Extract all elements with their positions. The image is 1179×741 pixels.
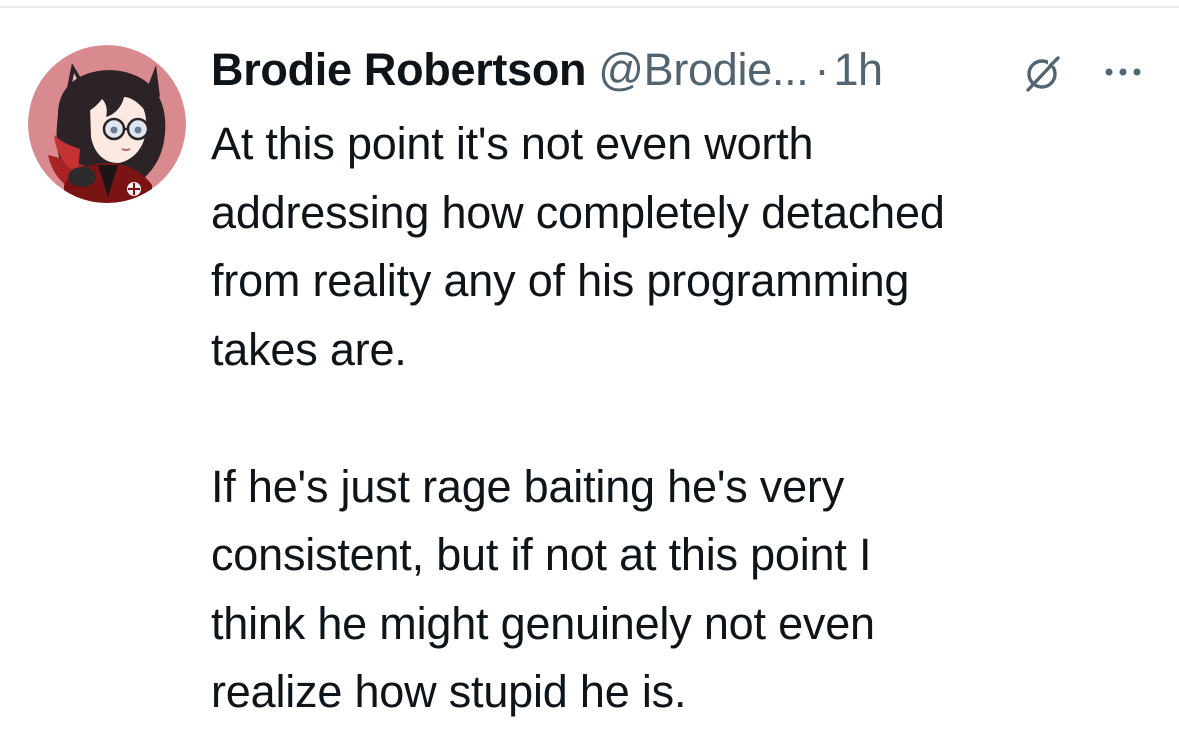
- text-line: At this point it's not even worth: [211, 118, 814, 169]
- text-line: realize how stupid he is.: [211, 666, 687, 717]
- text-line: think he might genuinely not even: [211, 597, 875, 649]
- grok-icon[interactable]: [1022, 54, 1062, 94]
- anime-avatar-icon: [28, 45, 186, 203]
- tweet[interactable]: Brodie Robertson @Brodie... · 1h At this…: [0, 0, 1179, 741]
- tweet-paragraph-1: At this point it's not even worth addres…: [211, 110, 1151, 384]
- timestamp[interactable]: 1h: [834, 40, 884, 100]
- text-line: consistent, but if not at this point I: [211, 529, 872, 580]
- more-options-icon[interactable]: [1101, 62, 1145, 82]
- text-line: addressing how completely detached: [211, 186, 945, 238]
- avatar[interactable]: [28, 45, 186, 203]
- display-name[interactable]: Brodie Robertson: [211, 40, 587, 100]
- tweet-header: Brodie Robertson @Brodie... · 1h: [211, 40, 883, 100]
- text-line: If he's just rage baiting he's very: [211, 460, 845, 512]
- text-line: from reality any of his programming: [211, 255, 910, 306]
- tweet-paragraph-2: If he's just rage baiting he's very cons…: [211, 453, 1151, 727]
- handle[interactable]: @Brodie...: [598, 40, 809, 100]
- text-line: takes are.: [211, 323, 407, 375]
- separator-dot: ·: [814, 44, 830, 95]
- tweet-text: At this point it's not even worth addres…: [211, 110, 1151, 727]
